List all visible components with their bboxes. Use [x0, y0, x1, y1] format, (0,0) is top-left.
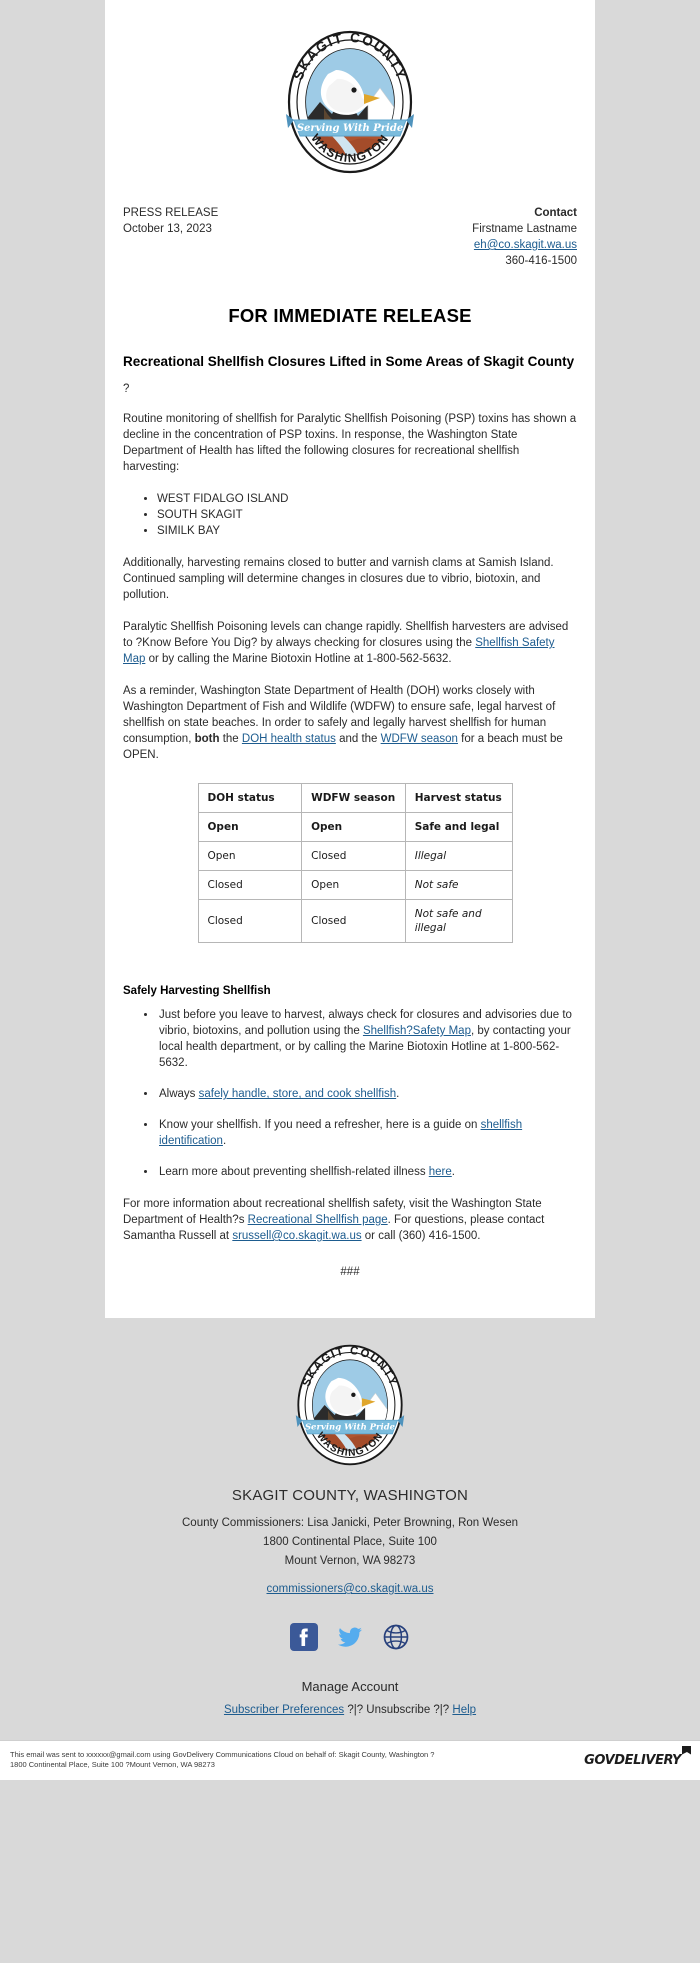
- cell-harvest: Safe and legal: [404, 812, 513, 842]
- text-fragment: .: [396, 1088, 400, 1100]
- text-fragment: .: [222, 1135, 227, 1147]
- text-fragment: .: [451, 1166, 455, 1178]
- legal-line-1: This email was sent to xxxxxx@gmail.com …: [10, 1750, 435, 1759]
- legal-bar: This email was sent to xxxxxx@gmail.com …: [0, 1740, 700, 1780]
- column-header-wdfw: WDFW season: [301, 783, 406, 813]
- contact-phone: 360-416-1500: [505, 255, 577, 267]
- header-meta-row: PRESS RELEASE October 13, 2023 Contact F…: [123, 205, 577, 269]
- govdelivery-logo: GOVDELIVERY: [584, 1745, 691, 1768]
- table-row: Open Closed Illegal: [197, 841, 513, 871]
- list-item: WEST FIDALGO ISLAND: [157, 491, 577, 507]
- harvest-status-table-wrapper: DOH status WDFW season Harvest status Op…: [123, 779, 577, 963]
- table-header-row: DOH status WDFW season Harvest status: [197, 783, 513, 813]
- legal-text: This email was sent to xxxxxx@gmail.com …: [10, 1750, 434, 1770]
- cell-doh: Open: [197, 812, 303, 842]
- subscriber-preferences-link[interactable]: Subscriber Preferences: [224, 1704, 344, 1716]
- facebook-icon[interactable]: [290, 1623, 318, 1651]
- cell-harvest: Illegal: [404, 841, 513, 871]
- recreational-shellfish-page-link[interactable]: Recreational Shellfish page: [248, 1214, 388, 1226]
- closures-lifted-list: WEST FIDALGO ISLAND SOUTH SKAGIT SIMILK …: [123, 491, 577, 539]
- paragraph-psp-advisory: Paralytic Shellfish Poisoning levels can…: [123, 619, 577, 667]
- footer-address-line-1: 1800 Continental Place, Suite 100: [263, 1536, 437, 1548]
- website-globe-icon[interactable]: [382, 1623, 410, 1651]
- table-row: Closed Open Not safe: [197, 870, 513, 900]
- email-footer: Serving With Pride SKAGIT COUNTY WASHING…: [0, 1318, 700, 1790]
- list-item: Just before you leave to harvest, always…: [157, 1007, 577, 1071]
- text-fragment: or by calling the Marine Biotoxin Hotlin…: [145, 653, 452, 665]
- cell-wdfw: Open: [301, 870, 406, 900]
- list-item: SOUTH SKAGIT: [157, 507, 577, 523]
- srussell-email-link[interactable]: srussell@co.skagit.wa.us: [232, 1230, 361, 1242]
- table-row: Closed Closed Not safe and illegal: [197, 899, 513, 943]
- wdfw-season-link[interactable]: WDFW season: [381, 733, 458, 745]
- twitter-icon[interactable]: [336, 1623, 364, 1651]
- footer-org-name: SKAGIT COUNTY, WASHINGTON: [231, 1487, 469, 1504]
- manage-account-heading: Manage Account: [301, 1679, 399, 1694]
- doh-health-status-link[interactable]: DOH health status: [242, 733, 336, 745]
- paragraph-intro: Routine monitoring of shellfish for Para…: [123, 413, 577, 473]
- help-link[interactable]: Help: [452, 1704, 476, 1716]
- preventing-illness-link[interactable]: here: [429, 1166, 452, 1178]
- press-release-date: October 13, 2023: [123, 223, 212, 235]
- list-item: Know your shellfish. If you need a refre…: [157, 1117, 577, 1149]
- skagit-county-seal-icon-footer: Serving With Pride SKAGIT COUNTY WASHING…: [294, 1344, 406, 1471]
- link-separator: ?|?: [430, 1704, 453, 1716]
- handle-store-cook-link[interactable]: safely handle, store, and cook shellfish: [199, 1088, 397, 1100]
- contact-name: Firstname Lastname: [472, 223, 577, 235]
- unsubscribe-link[interactable]: Unsubscribe: [366, 1704, 430, 1716]
- skagit-county-seal-icon: Serving With Pride SKAGIT COUNTY WASHING…: [284, 30, 416, 179]
- cell-wdfw: Closed: [301, 899, 406, 943]
- list-item: SIMILK BAY: [157, 523, 577, 539]
- contact-label: Contact: [534, 207, 577, 219]
- text-fragment: and the: [335, 733, 381, 745]
- stray-character: ?: [123, 383, 130, 395]
- manage-account-links: Subscriber Preferences ?|? Unsubscribe ?…: [0, 1704, 700, 1716]
- press-release-sheet: Serving With Pride SKAGIT COUNTY WASHING…: [105, 0, 595, 1318]
- govdelivery-wordmark: GOVDELIVERY: [584, 1752, 681, 1768]
- cell-doh: Closed: [197, 899, 303, 943]
- paragraph-samish-island: Additionally, harvesting remains closed …: [123, 557, 554, 601]
- text-fragment: Always: [159, 1088, 199, 1100]
- svg-text:Serving With Pride: Serving With Pride: [305, 1422, 396, 1432]
- shellfish-safety-map-link-2[interactable]: Shellfish?Safety Map: [363, 1025, 471, 1037]
- legal-line-2: 1800 Continental Place, Suite 100 ?Mount…: [10, 1760, 215, 1769]
- table-row: Open Open Safe and legal: [197, 812, 513, 842]
- list-item: Learn more about preventing shellfish-re…: [157, 1164, 577, 1180]
- list-item: Always safely handle, store, and cook sh…: [157, 1086, 577, 1102]
- paragraph-doh-wdfw: As a reminder, Washington State Departme…: [123, 683, 577, 763]
- end-of-release-mark: ###: [340, 1266, 360, 1278]
- text-fragment: Know your shellfish. If you need a refre…: [159, 1119, 481, 1131]
- footer-address-line-2: Mount Vernon, WA 98273: [284, 1555, 416, 1567]
- govdelivery-flag-icon: [682, 1745, 691, 1755]
- contact-block: Contact Firstname Lastname eh@co.skagit.…: [472, 205, 577, 269]
- text-fragment: or call (360) 416-1500.: [361, 1230, 481, 1242]
- cell-wdfw: Open: [301, 812, 406, 842]
- footer-logo-container: Serving With Pride SKAGIT COUNTY WASHING…: [0, 1344, 700, 1481]
- cell-doh: Closed: [197, 870, 303, 900]
- paragraph-more-information: For more information about recreational …: [123, 1196, 577, 1244]
- press-release-kicker: PRESS RELEASE: [123, 207, 219, 219]
- column-header-doh: DOH status: [197, 783, 303, 813]
- header-logo-container: Serving With Pride SKAGIT COUNTY WASHING…: [123, 18, 577, 205]
- footer-commissioners: County Commissioners: Lisa Janicki, Pete…: [182, 1517, 518, 1529]
- cell-harvest: Not safe: [404, 870, 513, 900]
- social-links: [0, 1595, 700, 1675]
- cell-wdfw: Closed: [301, 841, 406, 871]
- link-separator: ?|?: [344, 1704, 367, 1716]
- text-fragment: Learn more about preventing shellfish-re…: [159, 1166, 429, 1178]
- release-subject: Recreational Shellfish Closures Lifted i…: [123, 354, 575, 369]
- harvest-status-table: DOH status WDFW season Harvest status Op…: [197, 783, 513, 943]
- emphasis-both: both: [194, 733, 220, 745]
- cell-harvest: Not safe and illegal: [404, 899, 513, 943]
- column-header-harvest: Harvest status: [404, 783, 513, 813]
- commissioners-email-link[interactable]: commissioners@co.skagit.wa.us: [267, 1583, 434, 1595]
- text-fragment: the: [219, 733, 242, 745]
- page-title: FOR IMMEDIATE RELEASE: [228, 305, 472, 326]
- section-heading-safely-harvesting: Safely Harvesting Shellfish: [123, 985, 271, 997]
- press-release-meta: PRESS RELEASE October 13, 2023: [123, 205, 218, 237]
- safety-tips-list: Just before you leave to harvest, always…: [123, 1007, 577, 1180]
- cell-doh: Open: [197, 841, 303, 871]
- svg-text:Serving With Pride: Serving With Pride: [297, 123, 403, 134]
- contact-email-link[interactable]: eh@co.skagit.wa.us: [474, 239, 577, 251]
